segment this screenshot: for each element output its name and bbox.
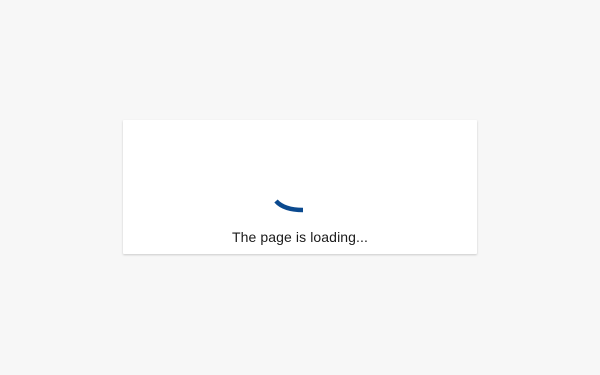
loading-message: The page is loading... [231, 229, 369, 245]
loading-page: The page is loading... [0, 0, 600, 375]
loading-spinner-icon [274, 199, 304, 213]
